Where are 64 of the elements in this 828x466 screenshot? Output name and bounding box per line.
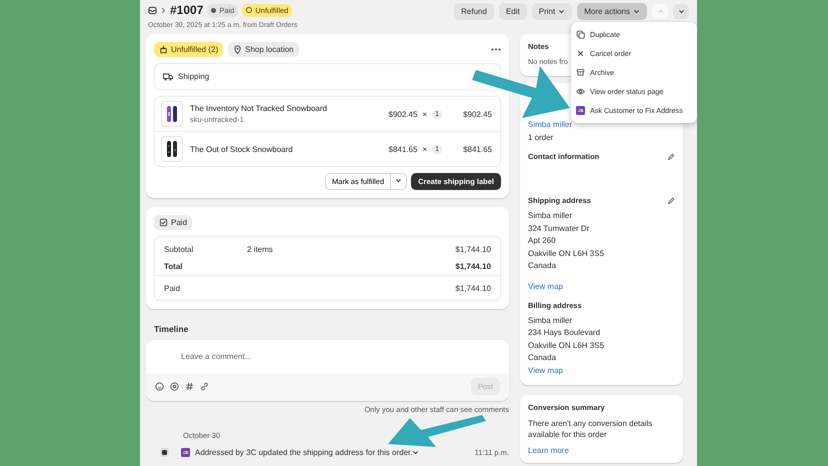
action-button[interactable]: Refund [454,3,494,20]
conversion-text: There aren't any conversion details available for this order [528,418,654,440]
address-line: 324 Tumwater Dr [528,222,590,234]
order-count: 1 order [528,133,554,142]
close-icon [576,49,585,58]
summary-label: Subtotal [164,245,194,254]
address-line: Simba miller [528,210,574,222]
caret-icon [412,449,420,456]
caret-icon [395,177,402,184]
address-line: Oakville ON L6H 3S5 [528,340,606,352]
summary-label: Total [164,262,184,271]
payment-status-badge: Paid [154,215,192,230]
summary-amount: $1,744.10 [455,262,491,271]
caret-icon [633,8,640,15]
learn-more-link[interactable]: Learn more [528,446,675,454]
times-sign: × [422,144,428,154]
summary-amount: $1,744.10 [455,284,491,293]
edit-icon[interactable] [667,196,675,204]
times-sign: × [422,110,428,118]
edit-icon[interactable] [667,152,675,160]
view-map-link[interactable]: View map [528,280,675,292]
duplicate-icon [576,30,585,39]
line-total: $841.65 [462,144,492,154]
summary-detail: 2 items [247,245,273,254]
chevron-down-icon [678,8,684,15]
truck-icon [163,72,173,80]
more-icon[interactable] [491,48,501,51]
app-icon [181,448,190,457]
line-total: $902.45 [462,110,492,118]
chevron-right-icon [161,6,166,14]
timeline-event[interactable]: Addressed by 3C updated the shipping address for this order. [195,448,412,457]
caret-icon [558,8,566,15]
order-icon [148,6,157,14]
emoji-icon[interactable] [155,382,164,391]
action-button[interactable]: Edit [498,3,527,20]
shipping-label: Shipping [178,72,210,81]
chevron-up-icon [656,8,664,15]
fulfillment-status-badge: Unfulfilled (2) [154,42,224,57]
action-button[interactable]: More actions [577,3,647,20]
mention-icon[interactable] [170,382,179,391]
next-button[interactable] [673,4,689,19]
address-line: Simba miller [528,314,574,326]
address-line: Canada [528,352,558,364]
address-line: 234 Hays Boulevard [528,327,602,339]
link-icon[interactable] [200,382,209,391]
location-badge: Shop location [228,42,299,57]
unit-price: $902.45 [388,110,418,118]
hashtag-icon[interactable] [185,382,194,391]
address-line: Apt 260 [528,235,557,247]
address-line: Canada [528,260,558,272]
product-name[interactable]: The Out of Stock Snowboard [190,144,293,154]
summary-amount: $1,744.10 [455,245,491,254]
address-line: Oakville ON L6H 3S5 [528,248,606,260]
action-button[interactable]: Print [532,3,572,20]
view-map-link[interactable]: View map [528,364,675,376]
summary-label: Paid [164,284,182,293]
app-icon [576,106,585,115]
customer-name-link[interactable]: Simba miller [528,120,675,129]
eye-icon [576,87,585,96]
timeline-title: Timeline [154,324,190,334]
product-name[interactable]: The Inventory Not Tracked Snowboard [190,104,327,113]
unit-price: $841.65 [388,144,418,154]
archive-icon [576,68,585,77]
order-number: #1007 [170,3,204,17]
